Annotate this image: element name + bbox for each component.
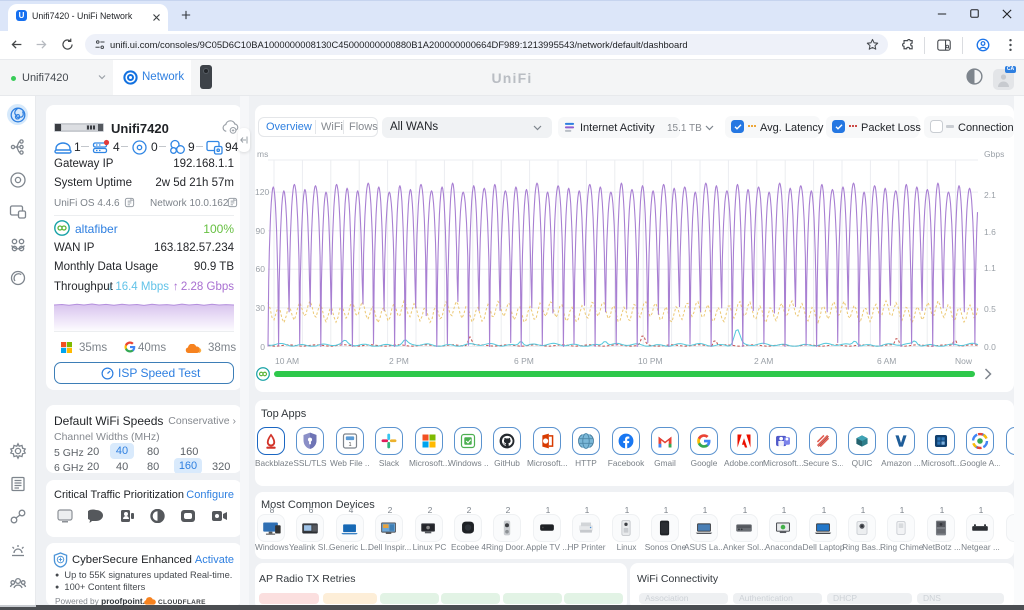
svg-text:1: 1 [348, 442, 351, 448]
